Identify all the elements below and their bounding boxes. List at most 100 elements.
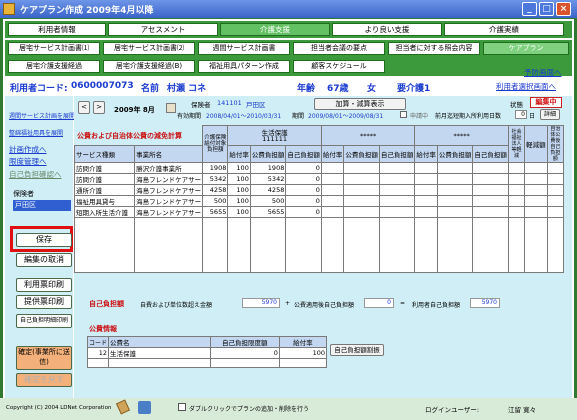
- sub-meeting-points[interactable]: 担当者会議の要点: [293, 42, 385, 55]
- next-month-button[interactable]: >: [93, 101, 105, 114]
- calendar-icon[interactable]: [166, 103, 176, 113]
- print-usage-button[interactable]: 利用票印刷: [16, 278, 72, 292]
- group-header-2: *****: [320, 124, 416, 147]
- status-bar: Copyright (C) 2004 LDNet Corporation ダブル…: [0, 398, 577, 420]
- tab-better-support[interactable]: より良い支援: [332, 23, 442, 36]
- sub-support-progress[interactable]: 居宅介護支援経過: [8, 60, 100, 73]
- insurer-name: 戸田区: [246, 101, 266, 109]
- table-row[interactable]: 短期入所生活介護 海島フレンドケアサー 5655 100 5655 0: [73, 206, 565, 218]
- col-public-2: 公費負担額: [343, 145, 380, 163]
- current-month: 2009年 8月: [114, 106, 155, 114]
- col-rate-2: 給付率: [320, 145, 345, 163]
- pencil-icon[interactable]: [115, 399, 131, 415]
- insurer-no-label: 保険者: [191, 101, 211, 109]
- col-public-1: 公費負担額: [249, 145, 287, 163]
- minimize-button[interactable]: _: [522, 2, 537, 16]
- self-pay-value1: 5970: [242, 298, 280, 308]
- copyright-text: Copyright (C) 2004 LDNet Corporation: [6, 405, 112, 411]
- status-label: 状態: [510, 101, 523, 109]
- col-service-type: サービス種類: [73, 145, 136, 163]
- insurer-list-item[interactable]: 戸田区: [13, 200, 71, 211]
- prev-month-days-label: 前月迄短期入所利用日数: [435, 113, 502, 120]
- sub-care-plan-1[interactable]: 居宅サービス計画書⑴: [8, 42, 100, 55]
- validity-value: 2008/04/01〜2010/03/31: [206, 113, 282, 120]
- self-pay-check-link[interactable]: 自己負担確認へ: [9, 169, 62, 180]
- app-icon: [3, 3, 15, 15]
- reduction-table: 介護保険給付対象負担額 生活保護 111111 ***** ***** 社会福祉法…: [73, 124, 565, 273]
- plan-create-link[interactable]: 計画作成へ: [9, 144, 47, 155]
- print-provision-button[interactable]: 提供票印刷: [16, 295, 72, 309]
- col-self-3: 自己負担額: [472, 145, 509, 163]
- insurer-label: 保険者: [13, 190, 34, 198]
- addition-display-button[interactable]: 加算・減算表示: [314, 98, 406, 110]
- nav-tab-bar: 利用者情報 アセスメント 介護支援 より良い支援 介護実績: [5, 21, 572, 38]
- tab-care-support[interactable]: 介護支援: [220, 23, 330, 36]
- sub-care-plan-2[interactable]: 居宅サービス計画書⑵: [103, 42, 195, 55]
- col-rate-3: 給付率: [414, 145, 438, 163]
- sub-weekly-plan[interactable]: 週間サービス計画書: [198, 42, 290, 55]
- col-rate-1: 給付率: [227, 145, 251, 163]
- user-code-label: 利用者コード:: [10, 84, 68, 94]
- expand-welfare-link[interactable]: 整綿福祉用具を展開: [9, 128, 63, 137]
- cancel-edit-button[interactable]: 編集の取消: [16, 253, 72, 267]
- applying-checkbox[interactable]: [400, 111, 407, 118]
- self-pay-value2: 0: [364, 298, 394, 308]
- doubleclick-label: ダブルクリックでプランの追加・削除を行う: [189, 406, 310, 413]
- applying-label: 申請中: [410, 113, 429, 120]
- self-pay-limit-button[interactable]: 自己負担額割振: [330, 344, 384, 356]
- col-public-name: 公費名: [108, 336, 211, 348]
- sub-inquiry[interactable]: 担当者に対する照会内容: [388, 42, 480, 55]
- period-label: 期間: [292, 113, 305, 120]
- sub-support-progress-b[interactable]: 居宅介護支援経過(B): [103, 60, 195, 73]
- tool-icon[interactable]: [138, 401, 151, 414]
- revert-confirm-button[interactable]: 確定を戻す: [16, 373, 72, 387]
- validity-label: 有効期間: [177, 113, 202, 120]
- print-self-pay-button[interactable]: 自己負担明細印刷: [16, 314, 72, 328]
- tab-care-results[interactable]: 介護実績: [444, 23, 564, 36]
- maximize-button[interactable]: □: [539, 2, 554, 16]
- col-public-code: コード: [86, 336, 110, 348]
- tab-user-info[interactable]: 利用者情報: [8, 23, 106, 36]
- user-code: 0600007073: [71, 81, 134, 91]
- detail-button[interactable]: 詳細: [540, 109, 560, 120]
- table-row[interactable]: 12 生活保護 0 100: [86, 347, 328, 359]
- col-reduction-amount: 軽減額: [524, 125, 548, 163]
- self-pay-text3: 利用者自己負担額: [412, 302, 461, 309]
- table-row[interactable]: 訪問介護 海島フレンドケアサー 5342 100 5342 0: [73, 173, 565, 185]
- sub-welfare-pattern[interactable]: 福祉用具パターン作成: [198, 60, 290, 73]
- close-button[interactable]: ×: [556, 2, 571, 16]
- limit-manage-link[interactable]: 限度管理へ: [9, 156, 47, 167]
- plus-sign: +: [285, 300, 291, 307]
- prev-month-button[interactable]: <: [78, 101, 90, 114]
- save-button[interactable]: 保存: [16, 233, 72, 247]
- group-header-1: 生活保護 111111: [227, 124, 322, 147]
- col-social-reduction: 社会福祉法人等軽減: [507, 125, 526, 163]
- self-pay-section-label: 自己負担額: [89, 300, 124, 308]
- main-panel: < > 2009年 8月 保険者 141101 戸田区 有効期間 2008/04…: [73, 96, 572, 398]
- table-row[interactable]: 訪問介護 勝沢介護事業所 1908 100 1908 0: [73, 162, 565, 174]
- sub-customer-schedule[interactable]: 顧客スケジュール: [293, 60, 385, 73]
- col-self-1: 自己負担額: [285, 145, 322, 163]
- prev-month-days-field[interactable]: 0: [515, 110, 527, 119]
- age-label: 年齢: [297, 84, 316, 94]
- col-self-2: 自己負担額: [378, 145, 416, 163]
- tab-assessment[interactable]: アセスメント: [108, 23, 218, 36]
- login-label: ログインユーザー:: [425, 406, 480, 414]
- insurer-no: 141101: [217, 99, 242, 107]
- expand-weekly-link[interactable]: 週間サービス計画を展開: [9, 111, 75, 120]
- table-row[interactable]: 通所介護 海島フレンドケアサー 4258 100 4258 0: [73, 184, 565, 196]
- prevention-link[interactable]: 予防画面へ: [524, 67, 562, 78]
- self-pay-text1: 自費および単位数超え金額: [140, 302, 213, 309]
- days-unit: 日: [529, 113, 536, 120]
- equals-sign: =: [400, 300, 406, 307]
- table-row[interactable]: 福祉用具貸与 海島フレンドケアサー 500 100 500 0: [73, 195, 565, 207]
- confirm-send-button[interactable]: 確定(事業所に送信): [16, 346, 72, 370]
- col-insured-burden: 介護保険給付対象負担額: [202, 125, 229, 163]
- user-info-row: 利用者コード: 0600007073 名前 村瀬 コネ 年齢 67歳 女 要介護…: [5, 80, 572, 94]
- doubleclick-checkbox[interactable]: [178, 403, 186, 411]
- public-table: コード 公費名 自己負担限度額 給付率 12 生活保護 0 100: [86, 336, 328, 368]
- sub-care-plan[interactable]: ケアプラン: [483, 42, 569, 55]
- age-value: 67歳: [327, 84, 349, 94]
- col-office-name: 事業所名: [134, 145, 204, 163]
- user-select-link[interactable]: 利用者選択画面へ: [496, 81, 556, 92]
